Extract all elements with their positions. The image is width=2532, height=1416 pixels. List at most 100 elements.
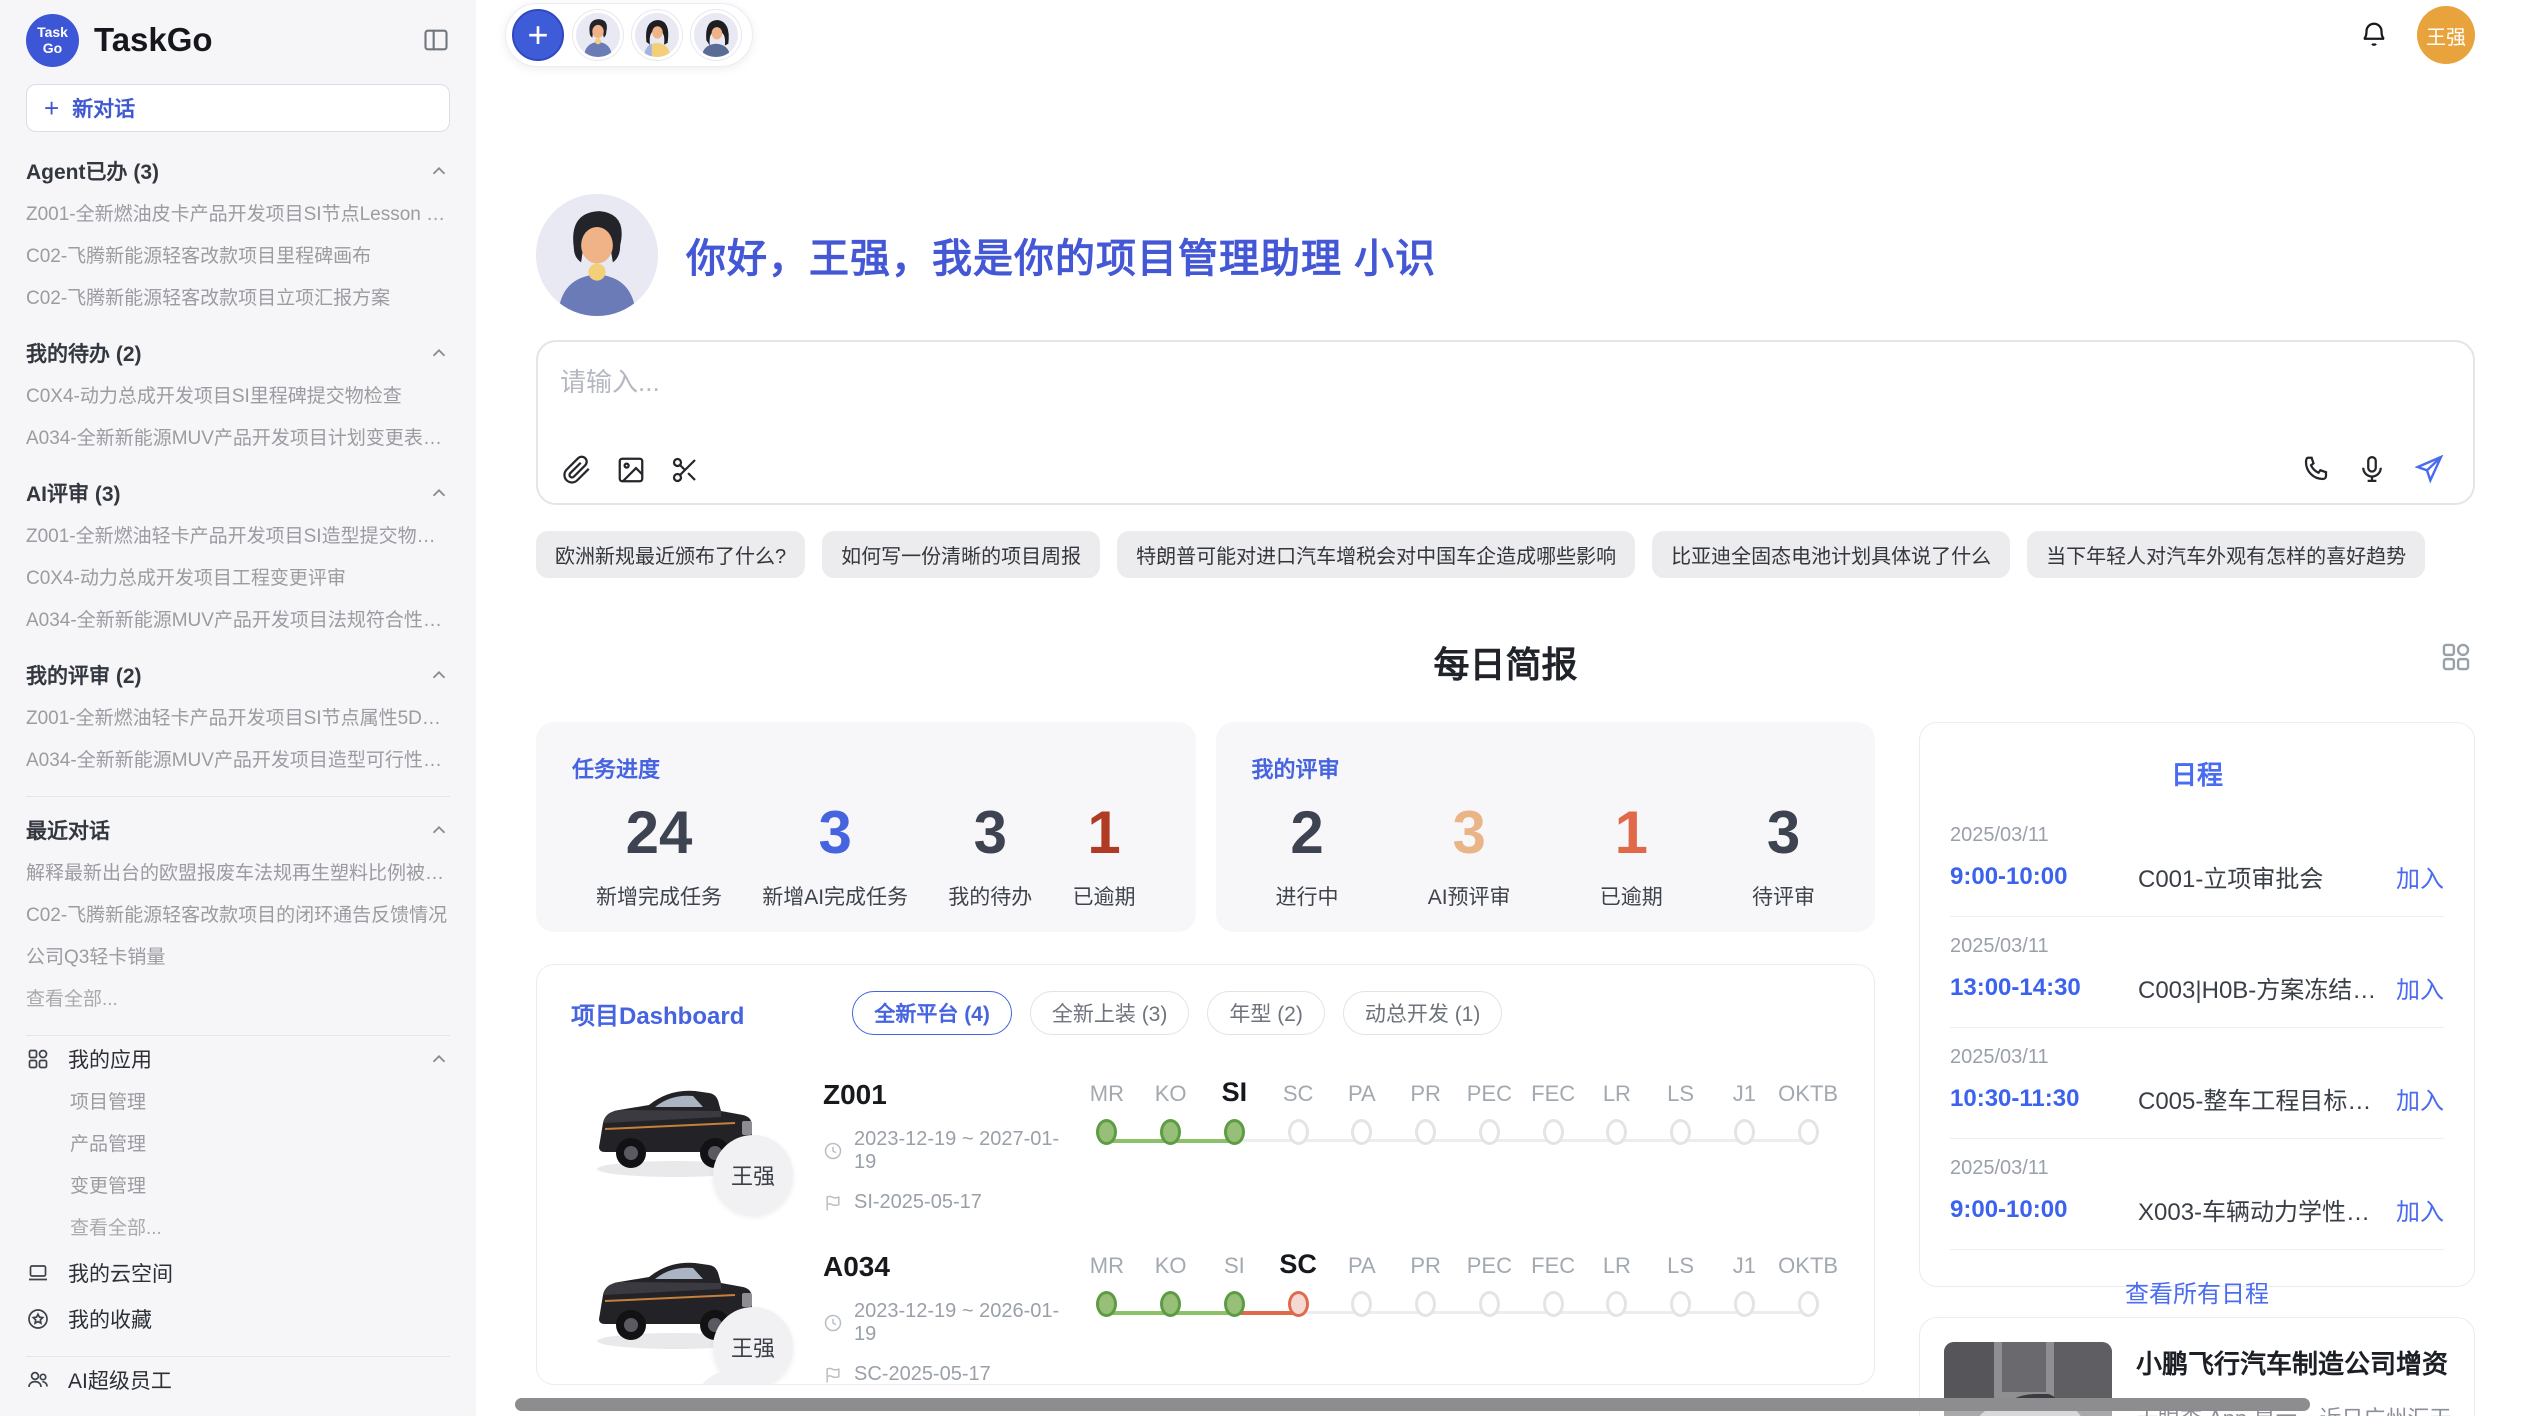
flag-icon xyxy=(823,1365,843,1385)
event-time: 9:00-10:00 xyxy=(1950,863,2138,891)
stat: 1已逾期 xyxy=(1600,798,1663,911)
schedule-events: 2025/03/119:00-10:00C001-立项审批会加入 2025/03/… xyxy=(1950,806,2444,1249)
event-join-link[interactable]: 加入 xyxy=(2396,1192,2444,1227)
sidebar-collapse-icon[interactable] xyxy=(422,26,450,54)
chevron-up-icon[interactable] xyxy=(428,1048,450,1070)
dashboard-tab[interactable]: 动总开发 (1) xyxy=(1343,991,1503,1035)
milestone-label: KO xyxy=(1139,1081,1203,1107)
suggestion-chip[interactable]: 如何写一份清晰的项目周报 xyxy=(822,531,1100,578)
sidebar-group-header[interactable]: Agent已办 (3) xyxy=(26,148,450,194)
app-title: TaskGo xyxy=(94,21,407,59)
suggestion-chip[interactable]: 当下年轻人对汽车外观有怎样的喜好趋势 xyxy=(2027,531,2425,578)
project-dates: 2023-12-19 ~ 2027-01-19 xyxy=(823,1128,1075,1174)
stat: 3AI预评审 xyxy=(1428,798,1511,911)
milestone-dot xyxy=(1734,1119,1755,1145)
chevron-up-icon[interactable] xyxy=(428,819,450,841)
user-avatar-name: 王强 xyxy=(2426,21,2466,50)
topbar: + 王强 xyxy=(536,0,2475,70)
image-icon[interactable] xyxy=(616,455,646,485)
recent-chats-title: 最近对话 xyxy=(26,815,110,845)
app-shortcut-item[interactable]: 项目管理 xyxy=(26,1082,450,1124)
event-title: C003|H0B-方案冻结评审 xyxy=(2138,970,2382,1005)
stat-label: 新增完成任务 xyxy=(596,881,722,911)
sidebar-task-item[interactable]: Z001-全新燃油皮卡产品开发项目SI节点Lesson Learn报告 xyxy=(26,194,450,236)
add-agent-button[interactable]: + xyxy=(512,9,564,61)
sidebar-task-item[interactable]: C02-飞腾新能源轻客改款项目立项汇报方案 xyxy=(26,278,450,320)
milestone-dot xyxy=(1479,1119,1500,1145)
sidebar-task-item[interactable]: A034-全新新能源MUV产品开发项目法规符合性评审 xyxy=(26,600,450,642)
suggestion-chip[interactable]: 特朗普可能对进口汽车增税会对中国车企造成哪些影响 xyxy=(1117,531,1635,578)
app-shortcut-item[interactable]: 变更管理 xyxy=(26,1166,450,1208)
dashboard-title: 项目Dashboard xyxy=(571,996,744,1031)
app-shortcut-item[interactable]: 产品管理 xyxy=(26,1124,450,1166)
sidebar-task-item[interactable]: A034-全新新能源MUV产品开发项目造型可行性评审 xyxy=(26,740,450,782)
sidebar-group-header[interactable]: 我的评审 (2) xyxy=(26,652,450,698)
new-chat-button[interactable]: + 新对话 xyxy=(26,84,450,132)
view-all-apps-link[interactable]: 查看全部... xyxy=(26,1208,450,1250)
sidebar-group-header[interactable]: 我的待办 (2) xyxy=(26,330,450,376)
attachment-icon[interactable] xyxy=(562,455,592,485)
dashboard-tab[interactable]: 全新平台 (4) xyxy=(852,991,1012,1035)
recent-chat-item[interactable]: 公司Q3轻卡销量 xyxy=(26,937,450,979)
suggestion-chip[interactable]: 欧洲新规最近颁布了什么? xyxy=(536,531,805,578)
milestone-label: PR xyxy=(1394,1081,1458,1107)
event-join-link[interactable]: 加入 xyxy=(2396,1081,2444,1116)
sidebar-task-item[interactable]: C0X4-动力总成开发项目SI里程碑提交物检查 xyxy=(26,376,450,418)
sidebar-item-favorites[interactable]: 我的收藏 xyxy=(26,1296,450,1342)
schedule-card: 日程 2025/03/119:00-10:00C001-立项审批会加入2025/… xyxy=(1919,722,2475,1287)
stat-card-title: 我的评审 xyxy=(1252,752,1840,784)
sidebar-item-help-me-write[interactable]: 帮我写作 xyxy=(26,1403,450,1416)
ai-super-staff-label: AI超级员工 xyxy=(68,1365,172,1395)
recent-chat-item[interactable]: 解释最新出台的欧盟报废车法规再生塑料比例被调至15%... xyxy=(26,853,450,895)
agent-avatar[interactable] xyxy=(573,10,623,60)
scissors-icon[interactable] xyxy=(670,455,700,485)
milestone-label: J1 xyxy=(1713,1253,1777,1279)
chevron-up-icon[interactable] xyxy=(428,342,450,364)
microphone-icon[interactable] xyxy=(2357,454,2387,484)
project-row: 王强A0342023-12-19 ~ 2026-01-19SC-2025-05-… xyxy=(571,1249,1840,1385)
sidebar-group-header[interactable]: AI评审 (3) xyxy=(26,470,450,516)
project-owner-badge: 王强 xyxy=(713,1135,793,1215)
chevron-up-icon[interactable] xyxy=(428,160,450,182)
milestone-label: OKTB xyxy=(1776,1253,1840,1279)
sidebar-task-item[interactable]: A034-全新新能源MUV产品开发项目计划变更表编写 xyxy=(26,418,450,460)
phone-icon[interactable] xyxy=(2301,454,2331,484)
divider xyxy=(26,796,450,797)
schedule-event: 2025/03/1110:30-11:30C005-整车工程目标评审加入 xyxy=(1950,1027,2444,1138)
project-flag: SC-2025-05-17 xyxy=(823,1363,1075,1385)
composer-left-tools xyxy=(562,455,700,485)
event-title: C001-立项审批会 xyxy=(2138,859,2382,894)
agent-avatar[interactable] xyxy=(632,10,682,60)
sidebar-item-cloud-space[interactable]: 我的云空间 xyxy=(26,1250,450,1296)
project-flag: SI-2025-05-17 xyxy=(823,1191,1075,1214)
users-icon xyxy=(26,1368,50,1392)
message-input[interactable] xyxy=(560,362,2451,420)
sidebar-task-item[interactable]: C02-飞腾新能源轻客改款项目里程碑画布 xyxy=(26,236,450,278)
sidebar-item-ai-super-staff[interactable]: AI超级员工 xyxy=(26,1357,450,1403)
notification-bell-icon[interactable] xyxy=(2359,20,2389,50)
suggestion-chip[interactable]: 比亚迪全固态电池计划具体说了什么 xyxy=(1652,531,2010,578)
send-icon[interactable] xyxy=(2413,453,2445,485)
milestone-label: MR xyxy=(1075,1081,1139,1107)
user-avatar[interactable]: 王强 xyxy=(2417,6,2475,64)
dashboard-tab[interactable]: 全新上装 (3) xyxy=(1030,991,1190,1035)
horizontal-scrollbar[interactable] xyxy=(515,1398,2310,1411)
sidebar-item-my-apps[interactable]: 我的应用 xyxy=(26,1036,450,1082)
agent-avatar[interactable] xyxy=(691,10,741,60)
dashboard-tab[interactable]: 年型 (2) xyxy=(1207,991,1325,1035)
view-all-chats-link[interactable]: 查看全部... xyxy=(26,979,450,1021)
sidebar-task-item[interactable]: Z001-全新燃油轻卡产品开发项目SI造型提交物评审 xyxy=(26,516,450,558)
recent-chat-item[interactable]: C02-飞腾新能源轻客改款项目的闭环通告反馈情况 xyxy=(26,895,450,937)
schedule-event: 2025/03/119:00-10:00C001-立项审批会加入 xyxy=(1950,806,2444,916)
layout-grid-icon[interactable] xyxy=(2439,640,2473,674)
sidebar-task-item[interactable]: C0X4-动力总成开发项目工程变更评审 xyxy=(26,558,450,600)
composer xyxy=(536,340,2475,505)
milestone-dot xyxy=(1224,1291,1245,1317)
recent-chats-header[interactable]: 最近对话 xyxy=(26,807,450,853)
event-join-link[interactable]: 加入 xyxy=(2396,970,2444,1005)
chevron-up-icon[interactable] xyxy=(428,664,450,686)
sidebar-group-title: 我的待办 (2) xyxy=(26,338,142,368)
sidebar-task-item[interactable]: Z001-全新燃油轻卡产品开发项目SI节点属性5D文件评审 xyxy=(26,698,450,740)
chevron-up-icon[interactable] xyxy=(428,482,450,504)
event-join-link[interactable]: 加入 xyxy=(2396,859,2444,894)
